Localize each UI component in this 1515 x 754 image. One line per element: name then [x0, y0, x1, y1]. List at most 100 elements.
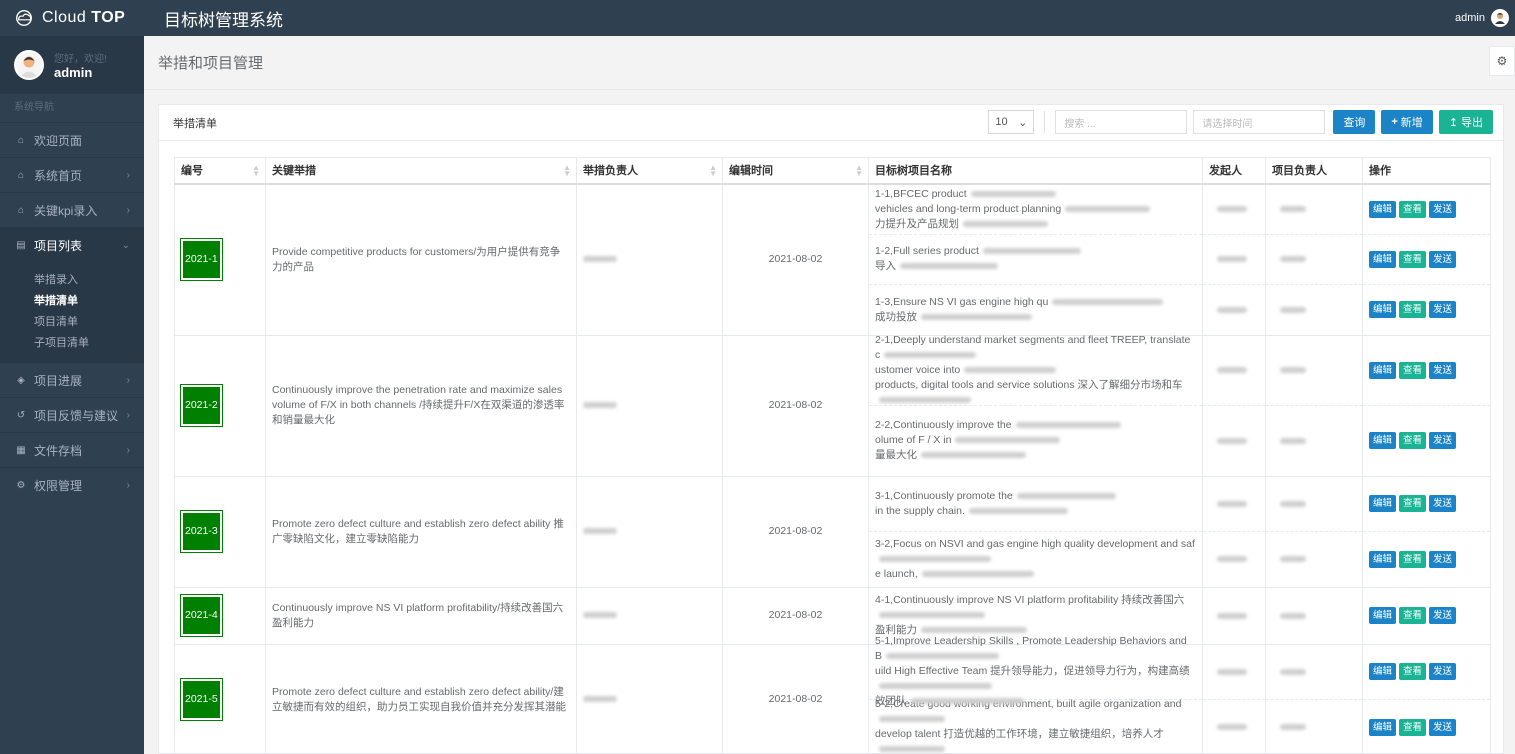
sidebar-item-project-list[interactable]: ▤ 项目列表 ⌄ [0, 227, 144, 262]
column-header-code[interactable]: 编号 ▲ ▼ [174, 157, 266, 185]
view-button[interactable]: 查看 [1399, 200, 1427, 218]
settings-gear-button[interactable]: ⚙ [1489, 46, 1515, 76]
view-button[interactable]: 查看 [1399, 301, 1427, 318]
sidebar-item-home[interactable]: ⌂ 系统首页 › [0, 157, 144, 192]
submenu-item-measure-list[interactable]: 举措清单 [0, 291, 144, 312]
redacted-initiator [1217, 256, 1247, 262]
redacted-project-owner [1280, 306, 1306, 313]
date-picker-input[interactable]: 请选择时间 [1193, 110, 1326, 134]
sidebar-item-progress[interactable]: ◈ 项目进展 › [0, 362, 144, 397]
edit-button[interactable]: 编辑 [1369, 250, 1397, 268]
redacted-text [921, 570, 1034, 577]
project-name-text: 4-1,Continuously improve NS VI platform … [875, 594, 1185, 606]
sub-project-row: 2-1,Deeply understand market segments an… [869, 333, 1202, 406]
sidebar-item-label: 文件存档 [34, 443, 83, 458]
action-buttons: 编辑 查看 发送 [1369, 432, 1457, 449]
column-header-edit-time[interactable]: 编辑时间 ▲ ▼ [722, 157, 869, 185]
project-name-line: 1-3,Ensure NS VI gas engine high qu [875, 295, 1164, 310]
column-header-initiator: 发起人 [1202, 157, 1266, 185]
cell-actions: 编辑 查看 发送 编辑 查看 发送 [1362, 334, 1491, 477]
send-button[interactable]: 发送 [1429, 200, 1457, 218]
send-button[interactable]: 发送 [1429, 361, 1457, 379]
view-button[interactable]: 查看 [1399, 432, 1427, 449]
sub-project-row: 编辑 查看 发送 [1363, 700, 1490, 754]
redacted-text [982, 248, 1081, 255]
edit-button[interactable]: 编辑 [1369, 718, 1397, 736]
column-header-project-name: 目标树项目名称 [868, 157, 1203, 185]
edit-button[interactable]: 编辑 [1369, 301, 1397, 318]
profile-username: admin [54, 65, 93, 80]
edit-time-text: 2021-08-02 [768, 525, 823, 537]
cell-edit-time: 2021-08-02 [722, 183, 869, 336]
view-button[interactable]: 查看 [1399, 663, 1427, 680]
column-header-label: 发起人 [1209, 165, 1242, 178]
sidebar-item-permissions[interactable]: ⚙ 权限管理 › [0, 467, 144, 502]
column-header-measure[interactable]: 关键举措 ▲ ▼ [265, 157, 577, 185]
add-button[interactable]: + 新增 [1381, 110, 1433, 134]
project-name-text: develop talent 打造优越的工作环境，建立敏捷组织，培养人才 [875, 728, 1164, 740]
send-button[interactable]: 发送 [1429, 607, 1457, 624]
view-button[interactable]: 查看 [1399, 550, 1427, 568]
project-name-line: develop talent 打造优越的工作环境，建立敏捷组织，培养人才 [875, 727, 1196, 754]
submenu-item-subproject-list[interactable]: 子项目清单 [0, 333, 144, 354]
send-button[interactable]: 发送 [1429, 663, 1457, 680]
project-name-line: 2-1,Deeply understand market segments an… [875, 333, 1196, 363]
cell-owner [576, 586, 723, 645]
sidebar-item-kpi[interactable]: ⌂ 关键kpi录入 › [0, 192, 144, 227]
send-button[interactable]: 发送 [1429, 432, 1457, 449]
cell-code: 2021-3 [174, 475, 266, 588]
search-input[interactable]: 搜索 ... [1055, 110, 1188, 134]
view-button[interactable]: 查看 [1399, 361, 1427, 379]
edit-button[interactable]: 编辑 [1369, 550, 1397, 568]
page-size-value: 10 [995, 116, 1008, 128]
send-button[interactable]: 发送 [1429, 301, 1457, 318]
measure-text: Promote zero defect culture and establis… [272, 517, 564, 545]
project-name-text: 成功投放 [875, 310, 917, 323]
nav-title: 系统导航 [0, 94, 144, 122]
project-name-text: 导入 [875, 260, 896, 272]
redacted-text [955, 437, 1061, 444]
sidebar-item-welcome[interactable]: ⌂ 欢迎页面 [0, 122, 144, 157]
sub-project-row [1266, 477, 1362, 532]
sidebar-item-feedback[interactable]: ↺ 项目反馈与建议 › [0, 397, 144, 432]
redacted-text [884, 351, 977, 358]
redacted-owner [583, 402, 617, 409]
edit-button[interactable]: 编辑 [1369, 200, 1397, 218]
redacted-text [968, 507, 1068, 514]
view-button[interactable]: 查看 [1399, 495, 1427, 512]
edit-button[interactable]: 编辑 [1369, 607, 1397, 624]
edit-button[interactable]: 编辑 [1369, 432, 1397, 449]
send-button[interactable]: 发送 [1429, 250, 1457, 268]
query-button[interactable]: 查询 [1333, 110, 1376, 134]
project-name-line: 2-2,Continuously improve the [875, 418, 1121, 433]
redacted-owner [583, 256, 617, 263]
submenu-item-measure-entry[interactable]: 举措录入 [0, 270, 144, 291]
export-button[interactable]: ↥ 导出 [1438, 110, 1493, 134]
send-button[interactable]: 发送 [1429, 550, 1457, 568]
submenu-item-project-list[interactable]: 项目清单 [0, 312, 144, 333]
user-menu[interactable]: admin [1455, 0, 1509, 36]
edit-button[interactable]: 编辑 [1369, 361, 1397, 379]
project-name-text: 1-1,BFCEC product [875, 187, 967, 200]
page-header: 举措和项目管理 [144, 36, 1515, 90]
sub-project-row [1266, 235, 1362, 285]
main-content: 举措和项目管理 ⚙ 举措清单 10 ⌄ 搜索 ... 请选择时间 查询 + 新增 [144, 36, 1515, 754]
view-button[interactable]: 查看 [1399, 607, 1427, 624]
project-name-line: olume of F / X in [875, 433, 1121, 448]
view-button[interactable]: 查看 [1399, 718, 1427, 736]
page-title: 举措和项目管理 [158, 55, 264, 72]
cell-project-name: 1-1,BFCEC product vehicles and long-term … [868, 183, 1203, 336]
brand-logo[interactable]: Cloud TOP [0, 0, 144, 36]
cell-project-name: 3-1,Continuously promote the in the suppl… [868, 475, 1203, 588]
column-header-owner[interactable]: 举措负责人 ▲ ▼ [576, 157, 723, 185]
edit-button[interactable]: 编辑 [1369, 663, 1397, 680]
edit-button[interactable]: 编辑 [1369, 495, 1397, 512]
avatar[interactable] [14, 50, 44, 80]
page-size-select[interactable]: 10 ⌄ [988, 110, 1035, 134]
sub-project-row [1266, 645, 1362, 700]
send-button[interactable]: 发送 [1429, 718, 1457, 736]
view-button[interactable]: 查看 [1399, 250, 1427, 268]
send-button[interactable]: 发送 [1429, 495, 1457, 512]
sub-project-row: 编辑 查看 发送 [1363, 588, 1490, 644]
sidebar-item-archive[interactable]: ▦ 文件存档 › [0, 432, 144, 467]
